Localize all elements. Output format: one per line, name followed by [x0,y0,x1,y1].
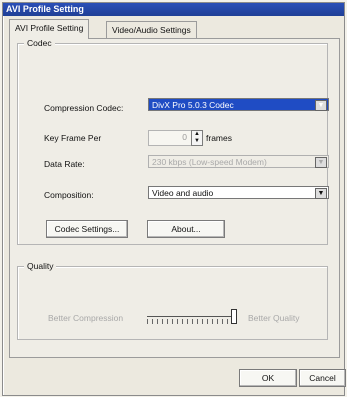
ok-button[interactable]: OK [239,369,297,387]
composition-select[interactable]: Video and audio ▼ [148,186,329,199]
spin-arrows-icon[interactable]: ▲ ▼ [191,130,203,146]
cancel-button[interactable]: Cancel [299,369,346,387]
tab-video-audio-settings-label: Video/Audio Settings [112,25,191,35]
chevron-down-icon: ▼ [315,100,327,111]
quality-slider-thumb[interactable] [231,309,237,324]
window-title: AVI Profile Setting [6,4,84,14]
tab-video-audio-settings[interactable]: Video/Audio Settings [106,21,197,38]
better-quality-label: Better Quality [248,313,300,323]
chevron-down-icon: ▼ [315,188,327,199]
title-bar: AVI Profile Setting [3,3,344,16]
key-frame-input[interactable]: 0 [148,130,192,146]
composition-label: Composition: [44,190,94,200]
compression-codec-select[interactable]: DivX Pro 5.0.3 Codec ▼ [148,98,329,111]
quality-slider-track[interactable] [147,316,235,317]
data-rate-label: Data Rate: [44,159,85,169]
tab-avi-profile-setting-label: AVI Profile Setting [15,23,84,33]
key-frame-label: Key Frame Per [44,133,102,143]
frames-label: frames [206,133,232,143]
key-frame-value: 0 [182,132,187,142]
composition-value: Video and audio [152,188,214,198]
compression-codec-value: DivX Pro 5.0.3 Codec [152,100,234,110]
chevron-down-icon: ▼ [315,157,327,168]
dialog-window: AVI Profile Setting AVI Profile Setting … [2,2,346,396]
better-compression-label: Better Compression [48,313,124,323]
about-button[interactable]: About... [147,220,225,238]
codec-settings-button[interactable]: Codec Settings... [46,220,128,238]
data-rate-value: 230 kbps (Low-speed Modem) [152,157,267,167]
codec-group-label: Codec [24,38,55,48]
quality-group: Quality [17,261,328,340]
tab-avi-profile-setting[interactable]: AVI Profile Setting [9,19,90,39]
quality-slider-ticks [147,319,235,324]
compression-codec-label: Compression Codec: [44,103,124,113]
quality-group-label: Quality [24,261,57,271]
data-rate-select[interactable]: 230 kbps (Low-speed Modem) ▼ [148,155,329,168]
